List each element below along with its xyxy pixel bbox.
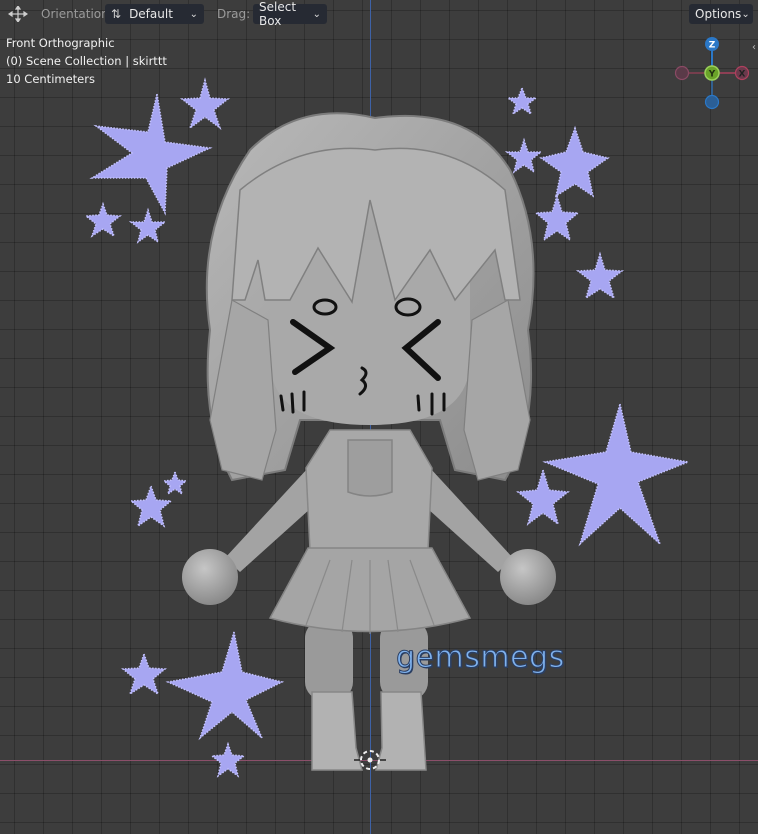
axis-orientation-icon: ⇅ bbox=[111, 7, 122, 21]
options-label: Options bbox=[695, 7, 742, 21]
drag-dropdown[interactable]: Select Box ⌄ bbox=[253, 0, 327, 28]
chevron-down-icon: ⌄ bbox=[189, 8, 198, 20]
star bbox=[575, 251, 625, 300]
star bbox=[129, 483, 173, 528]
star bbox=[128, 207, 168, 244]
view-name: Front Orthographic bbox=[6, 36, 115, 50]
scale-info: 10 Centimeters bbox=[6, 72, 95, 86]
transform-move-icon[interactable] bbox=[8, 6, 28, 22]
watermark-text: gemsmegs bbox=[396, 640, 565, 676]
orientation-dropdown[interactable]: ⇅ Default ⌄ bbox=[105, 4, 204, 24]
gizmo-z-label: Z bbox=[709, 41, 716, 51]
gizmo-y-label: Y bbox=[708, 70, 716, 80]
star bbox=[165, 631, 285, 741]
gizmo-neg-x-icon[interactable] bbox=[674, 65, 690, 81]
star bbox=[121, 651, 167, 696]
drag-value: Select Box bbox=[259, 0, 297, 28]
orientation-label: Orientation: bbox=[41, 7, 113, 21]
orientation-value: Default bbox=[129, 7, 173, 21]
star bbox=[162, 469, 188, 496]
scene-render bbox=[84, 77, 691, 778]
3d-viewport[interactable]: gemsmegs Orientation: ⇅ Default ⌄ Drag: … bbox=[0, 0, 758, 834]
star bbox=[539, 125, 610, 198]
star bbox=[542, 401, 691, 547]
star bbox=[179, 77, 231, 130]
star bbox=[89, 93, 213, 216]
gizmo-neg-z-icon[interactable] bbox=[704, 94, 720, 110]
star bbox=[504, 137, 544, 174]
chevron-down-icon: ⌄ bbox=[312, 8, 321, 20]
gizmo-x-label: X bbox=[739, 70, 746, 80]
star bbox=[505, 85, 539, 116]
sidebar-toggle-icon[interactable]: ‹ bbox=[752, 42, 756, 53]
collection-info: (0) Scene Collection | skirttt bbox=[6, 54, 167, 68]
star bbox=[84, 201, 122, 238]
options-dropdown[interactable]: Options ⌄ bbox=[689, 4, 753, 24]
chevron-down-icon: ⌄ bbox=[741, 8, 750, 20]
viewport-info-overlay: Front Orthographic (0) Scene Collection … bbox=[6, 34, 167, 88]
star bbox=[516, 467, 570, 526]
navigation-gizmo[interactable]: Z Y X ‹ bbox=[672, 34, 756, 110]
viewport-header: Orientation: ⇅ Default ⌄ Drag: Select Bo… bbox=[0, 0, 758, 28]
star bbox=[210, 741, 246, 778]
star bbox=[534, 193, 580, 242]
drag-label: Drag: bbox=[217, 7, 251, 21]
